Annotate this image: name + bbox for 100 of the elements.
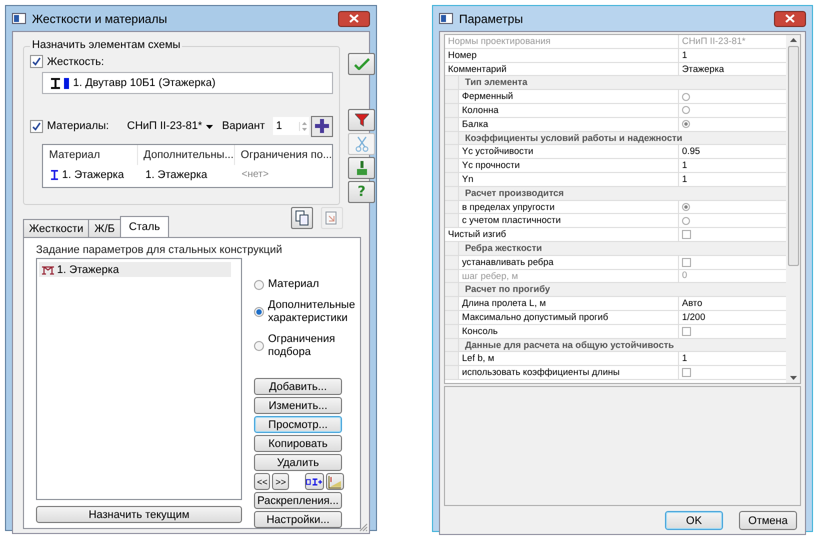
chart-icon — [328, 474, 342, 488]
property-label: Yn — [459, 172, 679, 186]
property-label: Yc прочности — [459, 159, 679, 172]
scissors-icon — [354, 136, 368, 152]
action-button[interactable]: Удалить — [254, 454, 342, 471]
radio-label: Ограничения подбора — [268, 333, 336, 359]
close-button[interactable] — [338, 10, 370, 26]
radio-button[interactable] — [254, 280, 264, 290]
checkbox[interactable] — [30, 55, 43, 68]
property-value[interactable]: 1 — [679, 352, 786, 366]
radio-label: Дополнительные характеристики — [268, 299, 356, 325]
action-button[interactable]: Изменить... — [254, 397, 342, 414]
norm-dropdown[interactable]: СНиП II-23-81* — [127, 120, 222, 132]
group-title: Назначить элементам схемы — [30, 39, 182, 51]
radio-button[interactable] — [254, 341, 264, 351]
radio-button[interactable] — [254, 307, 264, 317]
scroll-up-icon[interactable] — [790, 38, 796, 42]
tab[interactable]: Сталь — [120, 216, 169, 237]
tab[interactable]: Жесткости — [23, 219, 90, 237]
tree-item[interactable]: 1. Этажерка — [39, 262, 231, 277]
tab[interactable]: Ж/Б — [88, 219, 121, 237]
property-value[interactable]: 1/200 — [679, 310, 786, 324]
property-value[interactable]: 0.95 — [679, 145, 786, 158]
copy-button[interactable] — [291, 207, 313, 229]
property-label: Максимально допустимый прогиб — [459, 310, 679, 324]
filter-icon — [354, 113, 368, 127]
frame-icon — [41, 264, 55, 274]
property-label: Консоль — [459, 324, 679, 338]
nav-button[interactable]: << — [254, 473, 270, 490]
close-icon — [785, 14, 795, 23]
variant-label: Вариант — [222, 120, 265, 132]
checkbox[interactable] — [30, 120, 43, 132]
table-cell: 1. Этажерка — [43, 165, 140, 185]
add-variant-button[interactable] — [310, 116, 333, 136]
property-label: Номер — [445, 48, 679, 62]
close-button[interactable] — [774, 10, 806, 26]
variant-spinner[interactable]: 1 — [272, 117, 309, 135]
property-label: с учетом пластичности — [459, 214, 679, 228]
radio-button[interactable] — [682, 120, 690, 128]
section-header[interactable]: Тип элемента — [459, 76, 528, 90]
stiffness-field[interactable]: 1. Двутавр 10Б1 (Этажерка) — [42, 72, 333, 94]
property-label: устанавливать ребра — [459, 256, 679, 269]
checkbox[interactable] — [682, 326, 691, 336]
table-cell-text: 1. Этажерка — [144, 168, 208, 183]
property-label: Нормы проектирования — [445, 35, 679, 48]
checkbox[interactable] — [682, 258, 691, 267]
table-cell-text: <нет> — [240, 168, 270, 182]
scroll-down-icon[interactable] — [790, 376, 796, 380]
radio-button[interactable] — [682, 202, 690, 211]
property-label: использовать коэффициенты длины — [459, 366, 679, 379]
resize-grip-icon[interactable] — [359, 523, 368, 532]
help-button[interactable]: ? — [348, 181, 375, 203]
radio-label: Материал — [268, 278, 319, 291]
brush-icon — [356, 160, 368, 176]
column-header[interactable]: Дополнительны... — [138, 145, 235, 165]
caret-icon — [206, 125, 214, 129]
property-value[interactable]: Авто — [679, 297, 786, 310]
property-value[interactable]: 1 — [679, 159, 786, 172]
section-button[interactable] — [304, 473, 324, 490]
color-swatch-icon — [64, 78, 69, 88]
window-icon — [439, 13, 453, 24]
panel-title: Задание параметров для стальных конструкций — [36, 244, 284, 256]
radio-button[interactable] — [682, 92, 690, 101]
property-label: Ферменный — [459, 90, 679, 103]
action-button[interactable]: Копировать — [254, 435, 342, 452]
i-beam-icon — [51, 78, 60, 88]
property-value[interactable]: 1 — [679, 48, 786, 62]
paste-icon — [325, 210, 339, 226]
nav-button[interactable]: >> — [272, 473, 289, 490]
action-button[interactable]: Добавить... — [254, 378, 342, 395]
brush-button[interactable] — [348, 157, 375, 179]
i-beam-icon — [51, 170, 58, 180]
property-label: Lef b, м — [459, 352, 679, 366]
window-title: Параметры — [459, 12, 523, 26]
plus-icon — [314, 119, 329, 133]
dialog-button[interactable]: Отмена — [739, 511, 797, 530]
chart-button[interactable] — [326, 473, 344, 490]
radio-button[interactable] — [682, 216, 690, 225]
checkbox-label: Жесткость: — [47, 56, 104, 68]
close-icon — [349, 14, 359, 23]
action-button[interactable]: Настройки... — [254, 511, 342, 528]
assign-current-button[interactable]: Назначить текущим — [36, 506, 242, 523]
property-value[interactable]: Этажерка — [679, 62, 786, 76]
property-label: Балка — [459, 118, 679, 131]
filter-button[interactable] — [348, 109, 375, 131]
spinner-arrows-icon[interactable] — [298, 122, 309, 130]
action-button[interactable]: Раскрепления... — [254, 492, 342, 509]
property-label: Комментарий — [445, 62, 679, 76]
window-title: Жесткости и материалы — [32, 12, 168, 26]
radio-button[interactable] — [682, 106, 690, 114]
beam-section-icon — [306, 478, 323, 486]
apply-button[interactable] — [348, 53, 375, 75]
property-value[interactable]: 1 — [679, 172, 786, 186]
scrollbar[interactable] — [786, 35, 800, 383]
checkbox[interactable] — [682, 368, 691, 378]
checkbox[interactable] — [682, 230, 691, 240]
action-button[interactable]: Просмотр... — [254, 416, 342, 433]
column-header[interactable]: Ограничения по... — [234, 145, 332, 165]
dialog-button[interactable]: OK — [665, 511, 723, 530]
checkmark-icon — [354, 58, 370, 70]
